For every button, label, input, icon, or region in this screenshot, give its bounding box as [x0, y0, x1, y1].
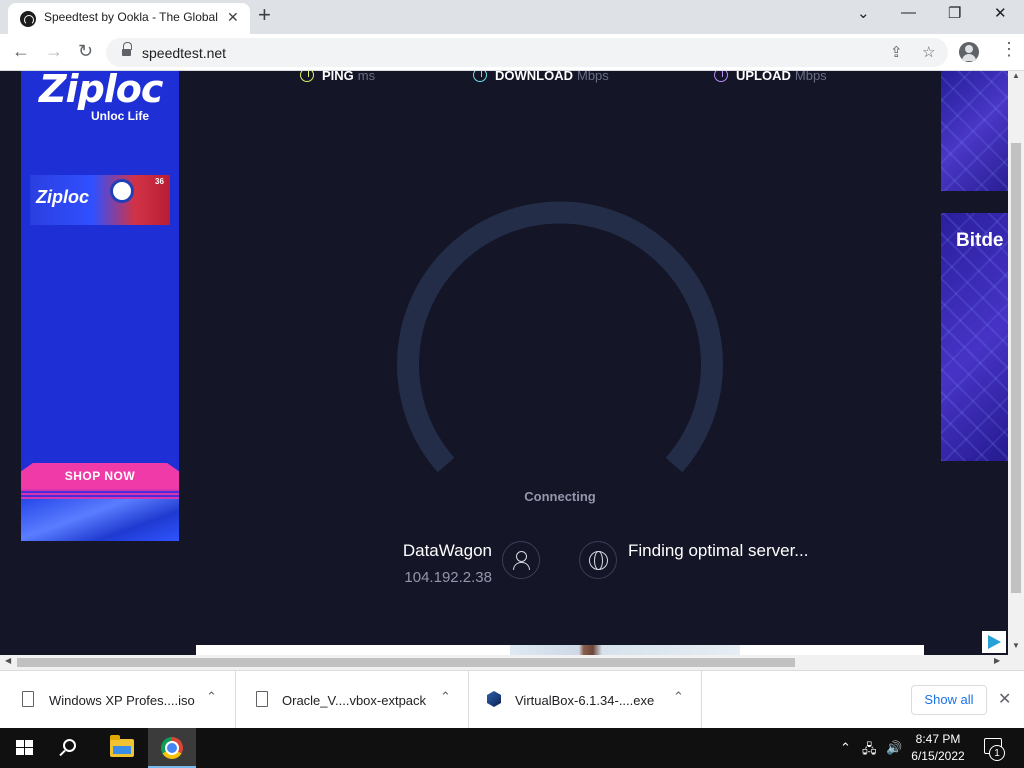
address-bar[interactable]: speedtest.net ⇪ ☆ [106, 38, 948, 67]
close-window-button[interactable]: ✕ [994, 4, 1007, 22]
notification-count: 1 [989, 745, 1005, 761]
connecting-status: Connecting [524, 489, 596, 504]
scroll-down-arrow-icon[interactable]: ▼ [1012, 641, 1020, 650]
download-item[interactable]: Oracle_V....vbox-extpack ⌃ [256, 671, 469, 729]
user-icon[interactable] [502, 541, 540, 579]
ziploc-ad[interactable]: Ziploc Unloc Life Ziploc 36 SHOP NOW [21, 71, 179, 541]
pack-seal-icon [110, 179, 134, 203]
download-icon [473, 71, 487, 82]
ping-icon [300, 71, 314, 82]
file-icon [22, 691, 34, 707]
adchoices-icon[interactable] [982, 631, 1006, 653]
pack-brand: Ziploc [36, 187, 89, 207]
download-metric: DOWNLOAD Mbps [473, 71, 609, 83]
speed-gauge [397, 201, 723, 473]
network-icon[interactable]: 🖧 [862, 740, 877, 762]
chevron-up-icon[interactable]: ⌃ [440, 689, 451, 705]
minimize-button[interactable]: — [901, 4, 916, 21]
chrome-taskbar-button[interactable] [148, 728, 196, 768]
clock-date[interactable]: 6/15/2022 [905, 749, 971, 763]
download-name: VirtualBox-6.1.34-....exe [515, 693, 655, 708]
clock-time[interactable]: 8:47 PM [905, 732, 971, 746]
ad-stripes [21, 489, 179, 499]
volume-icon[interactable]: 🔊 [886, 740, 902, 756]
pack-count: 36 [155, 177, 164, 186]
ping-label: PING [322, 71, 354, 83]
globe-icon[interactable] [579, 541, 617, 579]
server-status: Finding optimal server... [628, 541, 809, 560]
search-icon[interactable] [63, 739, 76, 752]
windows-taskbar: ⌃ 🖧 🔊 8:47 PM 6/15/2022 1 [0, 728, 1024, 768]
gauge-track [397, 201, 723, 473]
download-item[interactable]: Windows XP Profes....iso ⌃ [22, 671, 236, 729]
right-ad-bitdefender[interactable]: Bitde [941, 213, 1008, 461]
download-name: Oracle_V....vbox-extpack [282, 693, 427, 708]
show-all-button[interactable]: Show all [911, 685, 987, 715]
download-unit: Mbps [577, 71, 609, 83]
ad-product-image: Ziploc 36 [30, 175, 170, 225]
download-item[interactable]: VirtualBox-6.1.34-....exe ⌃ [487, 671, 702, 729]
profile-avatar-icon[interactable] [959, 42, 979, 62]
virtualbox-icon [487, 691, 501, 707]
maximize-button[interactable]: ❐ [948, 4, 961, 22]
close-shelf-icon[interactable]: ✕ [998, 689, 1011, 709]
horizontal-scroll-thumb[interactable] [17, 658, 795, 667]
tab-search-icon[interactable]: ⌄ [857, 4, 870, 22]
scroll-up-arrow-icon[interactable]: ▲ [1012, 71, 1020, 80]
speedtest-favicon-icon [20, 11, 36, 27]
chrome-icon [161, 737, 183, 759]
isp-name: DataWagon [402, 541, 492, 560]
ping-metric: PING ms [300, 71, 375, 83]
ad-brand: Ziploc [39, 71, 163, 111]
ad-word: Bitde [956, 230, 1004, 251]
forward-button[interactable]: → [45, 41, 63, 62]
shop-now-button[interactable]: SHOP NOW [21, 463, 179, 489]
upload-unit: Mbps [794, 71, 827, 83]
download-label: DOWNLOAD [495, 71, 573, 83]
shop-now-label: SHOP NOW [64, 469, 136, 483]
upload-icon [714, 71, 728, 82]
reload-button[interactable]: ↻ [78, 41, 93, 62]
chevron-up-icon[interactable]: ⌃ [673, 689, 684, 705]
tab-speedtest[interactable]: Speedtest by Ookla - The Global Broadban… [8, 3, 250, 34]
ad-tagline: Unloc Life [91, 109, 150, 123]
file-icon [256, 691, 268, 707]
scroll-left-arrow-icon[interactable]: ◀ [5, 656, 11, 665]
right-ad-top[interactable] [941, 71, 1008, 191]
ad-pattern [941, 71, 1008, 191]
tab-close-icon[interactable]: ✕ [227, 9, 239, 26]
new-tab-button[interactable]: + [258, 2, 271, 28]
scroll-right-arrow-icon[interactable]: ▶ [994, 656, 1000, 665]
horizontal-scrollbar[interactable]: ◀ ▶ [0, 655, 1024, 670]
back-button[interactable]: ← [12, 41, 30, 62]
chevron-up-icon[interactable]: ⌃ [206, 689, 217, 705]
tray-chevron-icon[interactable]: ⌃ [840, 740, 851, 756]
share-icon[interactable]: ⇪ [890, 43, 903, 61]
ad-bag-image [21, 499, 179, 541]
windows-start-icon[interactable] [16, 740, 33, 756]
tab-strip: Speedtest by Ookla - The Global Broadban… [0, 0, 1024, 34]
download-name: Windows XP Profes....iso [49, 693, 195, 708]
file-explorer-icon[interactable] [110, 735, 134, 757]
isp-ip: 104.192.2.38 [404, 569, 492, 586]
download-shelf: Windows XP Profes....iso ⌃ Oracle_V....v… [0, 670, 1024, 729]
page-viewport: Ziploc Unloc Life Ziploc 36 SHOP NOW Bit… [0, 71, 1008, 655]
ping-unit: ms [357, 71, 376, 83]
chrome-menu-icon[interactable]: ⋮ [1000, 39, 1018, 60]
tab-title: Speedtest by Ookla - The Global Broadban… [44, 10, 222, 24]
banner-image [510, 645, 740, 655]
upload-metric: UPLOAD Mbps [714, 71, 827, 83]
lock-icon[interactable] [122, 42, 132, 57]
bottom-banner-ad[interactable] [196, 645, 924, 655]
browser-toolbar: ← → ↻ speedtest.net ⇪ ☆ ⋮ [0, 34, 1024, 71]
vertical-scroll-thumb[interactable] [1011, 143, 1021, 593]
upload-label: UPLOAD [736, 71, 791, 83]
bookmark-star-icon[interactable]: ☆ [922, 43, 935, 61]
url-text[interactable]: speedtest.net [142, 45, 226, 61]
vertical-scrollbar[interactable]: ▲ ▼ [1008, 71, 1024, 655]
